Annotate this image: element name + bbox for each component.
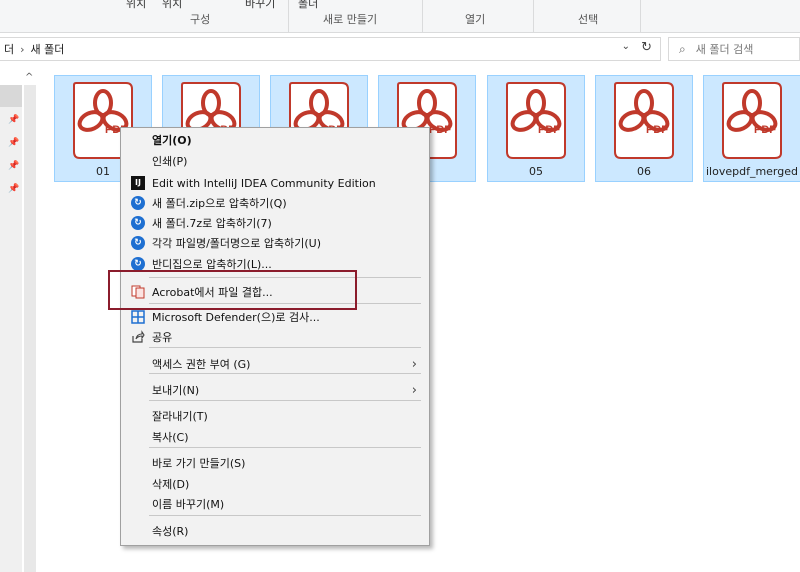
- file-name: 06: [637, 165, 651, 178]
- menu-item[interactable]: Microsoft Defender(으)로 검사...: [121, 307, 429, 327]
- file-name: ilovepdf_merged: [705, 165, 798, 178]
- address-bar[interactable]: 더 › 새 폴더 ⌄ ↻: [0, 37, 661, 61]
- menu-item-label: 액세스 권한 부여 (G): [152, 358, 251, 371]
- menu-item-label: 새 폴더.zip으로 압축하기(Q): [152, 197, 287, 210]
- file-name: 05: [529, 165, 543, 178]
- pin-icon[interactable]: 📌: [8, 138, 19, 148]
- menu-item-label: 보내기(N): [152, 384, 200, 397]
- bandizip-icon: ↻: [131, 236, 145, 250]
- file-item[interactable]: PDF 05: [487, 75, 585, 182]
- nav-pane-strip: [0, 87, 22, 572]
- menu-item[interactable]: IJ Edit with IntelliJ IDEA Community Edit…: [121, 173, 429, 193]
- menu-item[interactable]: 액세스 권한 부여 (G) ›: [121, 354, 429, 374]
- menu-item[interactable]: 인쇄(P): [121, 151, 429, 171]
- menu-item-label: 새 폴더.7z로 압축하기(7): [152, 217, 272, 230]
- bandizip-icon: ↻: [131, 196, 145, 210]
- menu-item[interactable]: 보내기(N) ›: [121, 380, 429, 400]
- nav-scrollbar[interactable]: [24, 85, 36, 572]
- menu-item-label: Microsoft Defender(으)로 검사...: [152, 311, 320, 324]
- search-box[interactable]: ⌕ 새 폴더 검색: [668, 37, 800, 61]
- menu-separator: [149, 400, 421, 401]
- pdf-file-icon: PDF: [506, 82, 566, 159]
- breadcrumb-chevron-icon: ›: [20, 42, 25, 56]
- submenu-arrow-icon: ›: [411, 356, 417, 372]
- nav-selected-item[interactable]: [0, 85, 22, 107]
- menu-item-label: 열기(O): [152, 134, 192, 147]
- menu-separator: [149, 347, 421, 348]
- menu-item-label: 이름 바꾸기(M): [152, 498, 225, 511]
- ribbon-divider: [533, 0, 534, 32]
- ribbon-divider: [422, 0, 423, 32]
- pdf-icon-text: PDF: [646, 124, 668, 136]
- menu-item[interactable]: ↻ 새 폴더.zip으로 압축하기(Q): [121, 193, 429, 213]
- pdf-icon-text: PDF: [538, 124, 560, 136]
- breadcrumb-current[interactable]: 새 폴더: [31, 41, 65, 57]
- pin-icon[interactable]: 📌: [8, 161, 19, 171]
- pin-icon[interactable]: 📌: [8, 184, 19, 194]
- ribbon-group-select: 선택: [578, 13, 599, 26]
- ribbon-group-new: 새로 만들기: [323, 13, 378, 26]
- context-menu: 열기(O) 인쇄(P) IJ Edit with IntelliJ IDEA Comm…: [120, 127, 430, 546]
- ribbon-divider: [640, 0, 641, 32]
- bandizip-icon: ↻: [131, 257, 145, 271]
- menu-item[interactable]: 잘라내기(T): [121, 406, 429, 426]
- pdf-icon-text: PDF: [754, 124, 776, 136]
- menu-separator: [149, 447, 421, 448]
- search-icon: ⌕: [679, 41, 686, 56]
- pin-icon[interactable]: 📌: [8, 115, 19, 125]
- navigation-pane: 📌 📌 📌 📌 ^: [0, 70, 38, 572]
- intellij-icon: IJ: [131, 176, 145, 190]
- submenu-arrow-icon: ›: [411, 382, 417, 398]
- menu-item[interactable]: 바로 가기 만들기(S): [121, 453, 429, 473]
- menu-item-label: Edit with IntelliJ IDEA Community Editio…: [152, 176, 376, 190]
- menu-item-label: 인쇄(P): [152, 155, 188, 168]
- menu-item-label: 각각 파일명/폴더명으로 압축하기(U): [152, 237, 322, 250]
- refresh-icon[interactable]: ↻: [641, 40, 652, 55]
- file-item[interactable]: PDF ilovepdf_merged: [703, 75, 800, 182]
- menu-item[interactable]: 삭제(D): [121, 474, 429, 494]
- menu-item[interactable]: 열기(O): [121, 130, 429, 150]
- menu-item[interactable]: 이름 바꾸기(M): [121, 494, 429, 514]
- menu-item-label: 바로 가기 만들기(S): [152, 457, 246, 470]
- defender-icon: [131, 310, 145, 324]
- ribbon-cut-label[interactable]: 위치: [126, 0, 146, 11]
- menu-item[interactable]: 복사(C): [121, 427, 429, 447]
- menu-item[interactable]: ↻ 각각 파일명/폴더명으로 압축하기(U): [121, 233, 429, 253]
- address-bar-row: 더 › 새 폴더 ⌄ ↻ ⌕ 새 폴더 검색: [0, 33, 800, 65]
- menu-item[interactable]: 속성(R): [121, 521, 429, 541]
- share-icon: [132, 330, 145, 343]
- ribbon-group-open: 열기: [465, 13, 486, 26]
- ribbon-cut-label[interactable]: 바꾸기: [245, 0, 275, 11]
- pdf-file-icon: PDF: [614, 82, 674, 159]
- file-item[interactable]: PDF 06: [595, 75, 693, 182]
- menu-item-label: 공유: [152, 331, 173, 344]
- menu-item[interactable]: ↻ 새 폴더.7z로 압축하기(7): [121, 213, 429, 233]
- bandizip-icon: ↻: [131, 216, 145, 230]
- ribbon-divider: [288, 0, 289, 32]
- menu-item-label: 잘라내기(T): [152, 410, 208, 423]
- menu-separator: [149, 515, 421, 516]
- pdf-icon-text: PDF: [429, 124, 451, 136]
- address-dropdown-icon[interactable]: ⌄: [622, 41, 630, 52]
- menu-item-label: 속성(R): [152, 525, 189, 538]
- menu-item-label: 삭제(D): [152, 478, 190, 491]
- ribbon-cut-label[interactable]: 폴더: [298, 0, 318, 11]
- ribbon-cut-label[interactable]: 위치: [162, 0, 182, 11]
- breadcrumb-parent[interactable]: 더: [4, 41, 14, 57]
- highlight-box: [108, 270, 357, 310]
- pdf-file-icon: PDF: [722, 82, 782, 159]
- menu-item-label: 복사(C): [152, 431, 189, 444]
- ribbon: 위치 위치 바꾸기 폴더 구성 새로 만들기 열기 선택: [0, 0, 800, 33]
- menu-item[interactable]: 공유: [121, 327, 429, 347]
- search-placeholder: 새 폴더 검색: [695, 43, 754, 56]
- scroll-up-icon[interactable]: ^: [25, 72, 33, 83]
- ribbon-group-organize: 구성: [190, 13, 211, 26]
